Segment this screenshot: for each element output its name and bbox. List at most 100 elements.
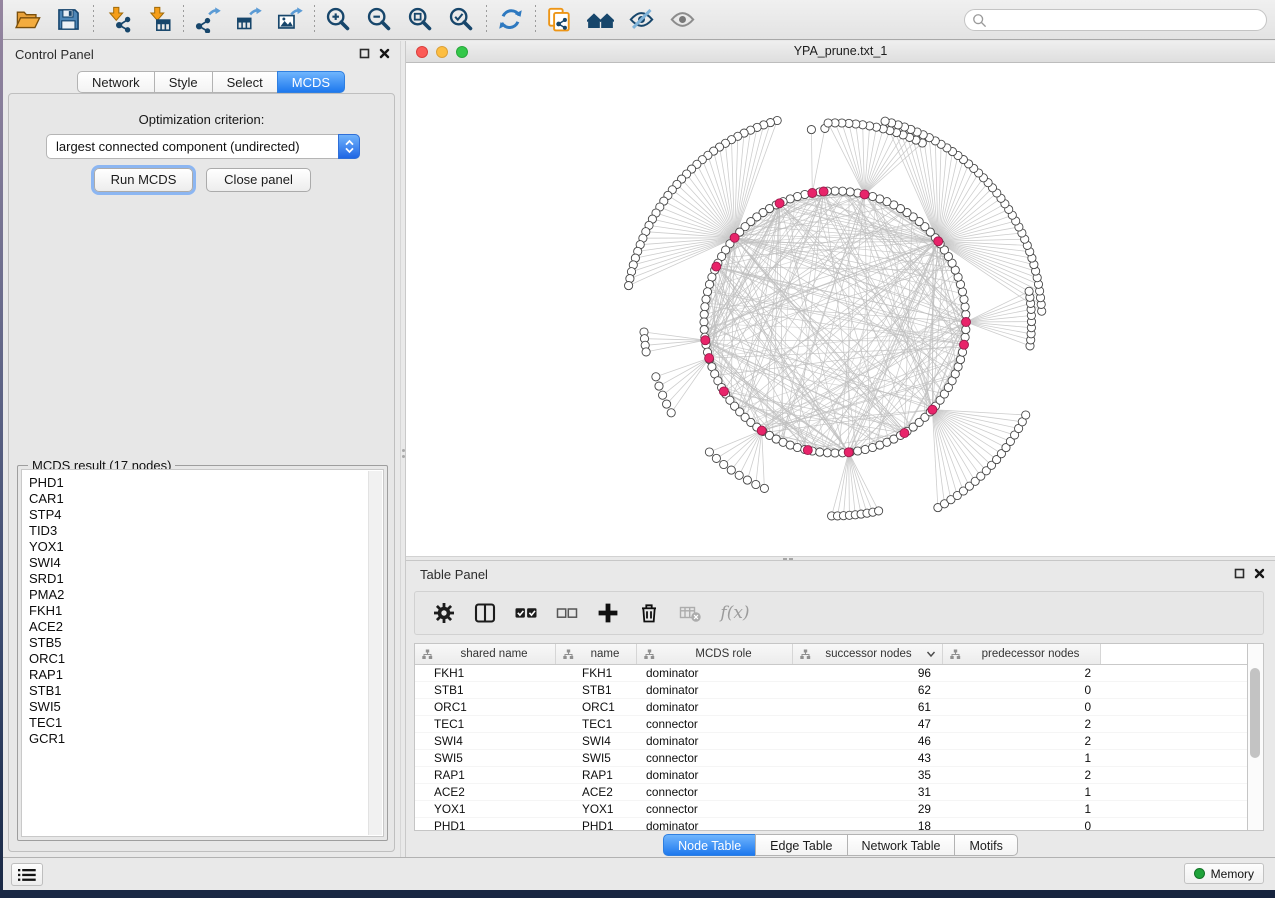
run-mcds-button[interactable]: Run MCDS (94, 168, 193, 192)
close-panel-button[interactable]: Close panel (206, 168, 311, 192)
mcds-hub-node[interactable] (775, 199, 784, 208)
mcds-hub-node[interactable] (860, 190, 869, 199)
show-panels-button[interactable] (11, 863, 43, 886)
graph-node[interactable] (846, 188, 854, 196)
home-layout-button[interactable] (580, 2, 621, 38)
mcds-result-item[interactable]: PMA2 (29, 587, 65, 603)
tab-network-table[interactable]: Network Table (847, 834, 956, 856)
graph-node[interactable] (1025, 287, 1033, 295)
graph-node[interactable] (659, 391, 667, 399)
import-table-button[interactable] (138, 2, 179, 38)
mcds-result-item[interactable]: GCR1 (29, 731, 65, 747)
graph-node[interactable] (881, 117, 889, 125)
zoom-selected-button[interactable] (441, 2, 482, 38)
tab-select[interactable]: Select (212, 71, 278, 93)
graph-node[interactable] (961, 303, 969, 311)
mcds-hub-node[interactable] (803, 446, 812, 455)
float-icon[interactable] (359, 48, 370, 59)
graph-node[interactable] (667, 409, 675, 417)
open-file-button[interactable] (7, 2, 48, 38)
graph-node[interactable] (854, 447, 862, 455)
table-scrollbar-thumb[interactable] (1250, 668, 1260, 758)
zoom-fit-button[interactable] (400, 2, 441, 38)
graph-node[interactable] (705, 448, 713, 456)
table-scrollbar[interactable] (1248, 643, 1264, 831)
tab-edge-table[interactable]: Edge Table (755, 834, 847, 856)
import-network-button[interactable] (97, 2, 138, 38)
graph-node[interactable] (824, 119, 832, 127)
graph-node[interactable] (956, 356, 964, 364)
graph-node[interactable] (823, 449, 831, 457)
mcds-result-item[interactable]: PHD1 (29, 475, 65, 491)
graph-node[interactable] (700, 326, 708, 334)
network-view-canvas[interactable] (406, 63, 1275, 556)
close-icon[interactable] (379, 48, 390, 59)
graph-node[interactable] (869, 192, 877, 200)
node-table[interactable]: shared namenameMCDS rolesuccessor nodesp… (414, 643, 1248, 831)
graph-node[interactable] (807, 126, 815, 134)
graph-node[interactable] (816, 448, 824, 456)
graph-node[interactable] (703, 288, 711, 296)
memory-button[interactable]: Memory (1184, 863, 1264, 884)
refresh-styles-button[interactable] (490, 2, 531, 38)
graph-node[interactable] (700, 310, 708, 318)
table-row[interactable]: TEC1TEC1connector472 (415, 716, 1247, 733)
table-row[interactable]: SWI5SWI5connector431 (415, 750, 1247, 767)
hide-selected-button[interactable] (621, 2, 662, 38)
graph-node[interactable] (793, 443, 801, 451)
column-header-shared-name[interactable]: shared name (415, 644, 556, 664)
column-header-MCDS-role[interactable]: MCDS role (637, 644, 793, 664)
tab-mcds[interactable]: MCDS (277, 71, 345, 93)
sort-menu-icon[interactable] (926, 650, 936, 658)
select-all-checkboxes-button[interactable] (513, 600, 539, 626)
network-from-selection-button[interactable] (539, 2, 580, 38)
graph-node[interactable] (702, 295, 710, 303)
mcds-hub-node[interactable] (705, 354, 714, 363)
graph-node[interactable] (712, 454, 720, 462)
export-network-button[interactable] (187, 2, 228, 38)
mcds-hub-node[interactable] (819, 187, 828, 196)
tab-node-table[interactable]: Node Table (663, 834, 756, 856)
split-panel-button[interactable] (472, 600, 498, 626)
graph-node[interactable] (720, 460, 728, 468)
mcds-hub-node[interactable] (730, 233, 739, 242)
graph-node[interactable] (701, 303, 709, 311)
mcds-hub-node[interactable] (934, 237, 943, 246)
float-icon[interactable] (1234, 568, 1245, 579)
mcds-result-item[interactable]: SWI5 (29, 699, 65, 715)
tab-motifs[interactable]: Motifs (954, 834, 1017, 856)
mcds-result-item[interactable]: STB1 (29, 683, 65, 699)
graph-node[interactable] (760, 484, 768, 492)
delete-column-button[interactable] (636, 600, 662, 626)
graph-node[interactable] (875, 507, 883, 515)
optimization-criterion-select[interactable]: largest connected component (undirected) (46, 134, 360, 159)
table-row[interactable]: ORC1ORC1dominator610 (415, 699, 1247, 716)
column-header-successor-nodes[interactable]: successor nodes (793, 644, 943, 664)
column-header-predecessor-nodes[interactable]: predecessor nodes (943, 644, 1101, 664)
graph-node[interactable] (663, 400, 671, 408)
mcds-hub-node[interactable] (844, 448, 853, 457)
table-row[interactable]: STB1STB1dominator620 (415, 682, 1247, 699)
mcds-hub-node[interactable] (701, 336, 710, 345)
mcds-result-item[interactable]: ORC1 (29, 651, 65, 667)
mcds-result-item[interactable]: STB5 (29, 635, 65, 651)
mcds-result-list[interactable]: PHD1CAR1STP4TID3YOX1SWI4SRD1PMA2FKH1ACE2… (21, 469, 384, 837)
graph-node[interactable] (700, 318, 708, 326)
mcds-list-scrollbar[interactable] (368, 471, 382, 835)
graph-node[interactable] (1022, 411, 1030, 419)
mcds-result-item[interactable]: SWI4 (29, 555, 65, 571)
mcds-hub-node[interactable] (960, 340, 969, 349)
mcds-hub-node[interactable] (928, 405, 937, 414)
graph-node[interactable] (861, 445, 869, 453)
mcds-hub-node[interactable] (808, 189, 817, 198)
settings-gear-button[interactable] (431, 600, 457, 626)
table-row[interactable]: YOX1YOX1connector291 (415, 801, 1247, 818)
search-input[interactable] (964, 9, 1267, 31)
graph-node[interactable] (960, 295, 968, 303)
zoom-out-button[interactable] (359, 2, 400, 38)
mcds-hub-node[interactable] (757, 426, 766, 435)
mcds-result-item[interactable]: STP4 (29, 507, 65, 523)
graph-node[interactable] (752, 480, 760, 488)
graph-node[interactable] (735, 471, 743, 479)
deselect-all-checkboxes-button[interactable] (554, 600, 580, 626)
